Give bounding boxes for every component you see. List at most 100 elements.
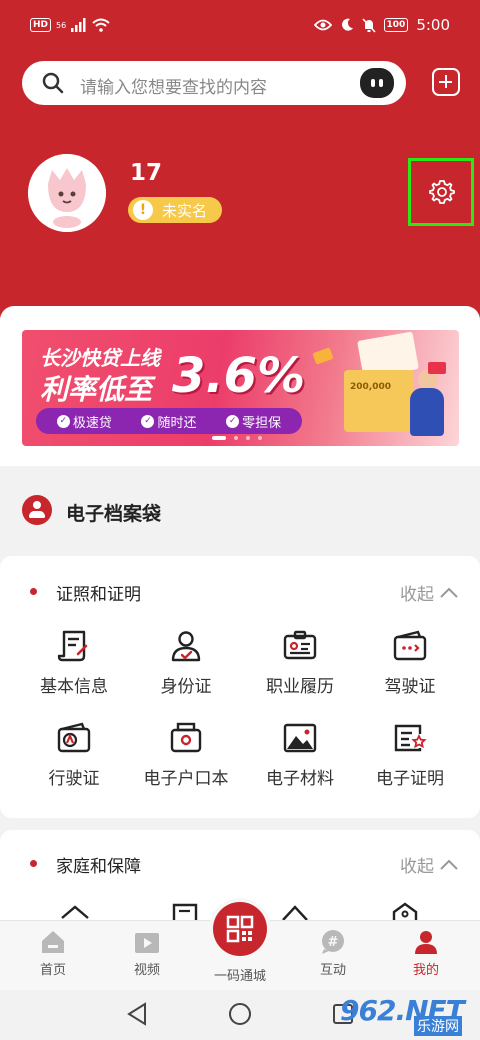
chevron-up-icon: [440, 587, 458, 598]
banner-pager: [212, 436, 262, 440]
qr-code-icon: [226, 915, 254, 943]
section-card-licenses: 证照和证明 收起 基本信息 身份证 职业履历 驾驶证 行驶证 电子户口本 电子材…: [0, 556, 480, 818]
video-icon: [135, 933, 159, 953]
nav-video[interactable]: 视频: [107, 929, 187, 978]
status-bar: HD 56 100 5:00: [0, 0, 480, 50]
warning-icon: !: [133, 200, 153, 220]
grid-item-id-card[interactable]: 身份证: [126, 628, 246, 697]
certificate-star-icon: [394, 724, 427, 752]
moon-icon: [341, 18, 353, 31]
home-shield-icon: [392, 902, 418, 920]
signal-label: 56: [56, 20, 67, 30]
household-register-icon: [170, 722, 202, 753]
nav-qr-button[interactable]: [213, 902, 267, 956]
check-icon: ✓: [226, 414, 240, 428]
nav-label: 互动: [319, 963, 346, 978]
nav-label: 首页: [39, 963, 66, 978]
grid-item-label: 电子材料: [266, 769, 334, 789]
status-time: 5:00: [416, 16, 450, 34]
banner-title: 长沙快贷上线: [40, 346, 160, 370]
banner-feature: ✓ 零担保: [226, 412, 281, 431]
battery-indicator: 100: [383, 18, 409, 32]
chat-hash-icon: #: [322, 930, 344, 954]
nav-mine[interactable]: 我的: [386, 929, 466, 978]
pager-dot: [212, 436, 226, 440]
section-title: 家庭和保障: [56, 857, 141, 877]
nav-qr-label: 一码通城: [213, 969, 266, 984]
grid-item-basic-info[interactable]: 基本信息: [14, 628, 134, 697]
banner-rate-value: 3.6%: [172, 348, 306, 404]
pager-dot: [258, 436, 262, 440]
banner-feature: ✓ 极速贷: [56, 412, 112, 431]
collapse-label: 收起: [400, 857, 434, 877]
watermark-logo: 962.NET 乐游网: [340, 994, 474, 1038]
watermark-sub: 乐游网: [414, 1016, 462, 1036]
avatar-mascot-icon: [28, 154, 106, 232]
verify-status-badge[interactable]: ! 未实名: [128, 197, 222, 223]
signal-icon: [71, 18, 86, 32]
banner-person-body: [410, 388, 444, 436]
profile-header: HD 56 100 5:00 请输入您想要查找的内容 17 ! 未实名: [0, 0, 480, 330]
collapse-toggle[interactable]: 收起: [400, 852, 458, 877]
banner-rate-label: 利率低至: [40, 373, 153, 406]
grid-item-household[interactable]: 电子户口本: [126, 720, 246, 789]
banner-envelope-icon: [312, 347, 334, 365]
grid-item-driver-license[interactable]: 驾驶证: [350, 628, 470, 697]
collapse-toggle[interactable]: 收起: [400, 580, 458, 605]
person-icon: [415, 931, 437, 954]
network-badge: HD: [30, 18, 52, 32]
id-person-icon: [171, 631, 201, 662]
verify-status-label: 未实名: [162, 202, 208, 220]
nav-home[interactable]: 首页: [13, 929, 93, 978]
check-icon: ✓: [56, 414, 70, 428]
settings-button[interactable]: [408, 158, 474, 226]
grid-item-materials[interactable]: 电子材料: [240, 720, 360, 789]
grid-item-certificates[interactable]: 电子证明: [350, 720, 470, 789]
grid-item-vehicle-license[interactable]: 行驶证: [14, 720, 134, 789]
grid-item-career[interactable]: 职业履历: [240, 628, 360, 697]
document-icon: [172, 903, 198, 920]
banner-box-illustration: 200,000: [344, 370, 414, 432]
pager-dot: [246, 436, 250, 440]
banner-feature: ✓ 随时还: [141, 412, 196, 431]
back-icon[interactable]: [126, 1002, 148, 1026]
grid-item-label: 行驶证: [48, 769, 100, 789]
nav-label: 我的: [412, 963, 439, 978]
chevron-up-icon: [440, 859, 458, 870]
document-scroll-icon: [57, 630, 88, 662]
svg-text:#: #: [328, 935, 339, 950]
nav-interact[interactable]: # 互动: [293, 929, 373, 978]
search-icon: [42, 72, 64, 94]
promo-banner[interactable]: 长沙快贷上线 利率低至 3.6% ✓ 极速贷 ✓ 随时还 ✓ 零担保 200,000: [22, 330, 459, 446]
user-number: 17: [130, 160, 163, 186]
vehicle-license-icon: [57, 722, 91, 753]
grid-item-label: 基本信息: [40, 677, 108, 697]
collapse-label: 收起: [400, 585, 434, 605]
grid-item-label: 电子证明: [376, 769, 444, 789]
banner-envelope-icon: [428, 362, 446, 374]
mute-bell-icon: [361, 17, 376, 33]
add-plus-button[interactable]: [432, 68, 460, 96]
grid-item-label: 职业履历: [266, 677, 334, 697]
avatar[interactable]: [28, 154, 106, 232]
home-circle-icon[interactable]: [228, 1002, 252, 1026]
section-title: 证照和证明: [56, 585, 141, 605]
work-badge-icon: [283, 630, 317, 660]
section-dot: [30, 860, 37, 867]
grid-item-label: 身份证: [160, 677, 212, 697]
wifi-icon: [92, 18, 110, 32]
assistant-robot-icon[interactable]: [360, 68, 394, 98]
search-input[interactable]: 请输入您想要查找的内容: [80, 73, 267, 98]
archive-title: 电子档案袋: [66, 503, 162, 525]
grid-item-label: 电子户口本: [143, 769, 229, 789]
image-material-icon: [283, 723, 317, 753]
driver-license-icon: [393, 630, 427, 661]
pager-dot: [234, 436, 238, 440]
gear-icon: [429, 180, 455, 204]
banner-features: ✓ 极速贷 ✓ 随时还 ✓ 零担保: [36, 408, 302, 434]
banner-box-label: 200,000: [350, 382, 391, 392]
section-dot: [30, 588, 37, 595]
person-circle-icon: [22, 495, 52, 525]
search-bar[interactable]: 请输入您想要查找的内容: [22, 61, 406, 105]
grid-item-label: 驾驶证: [384, 677, 436, 697]
